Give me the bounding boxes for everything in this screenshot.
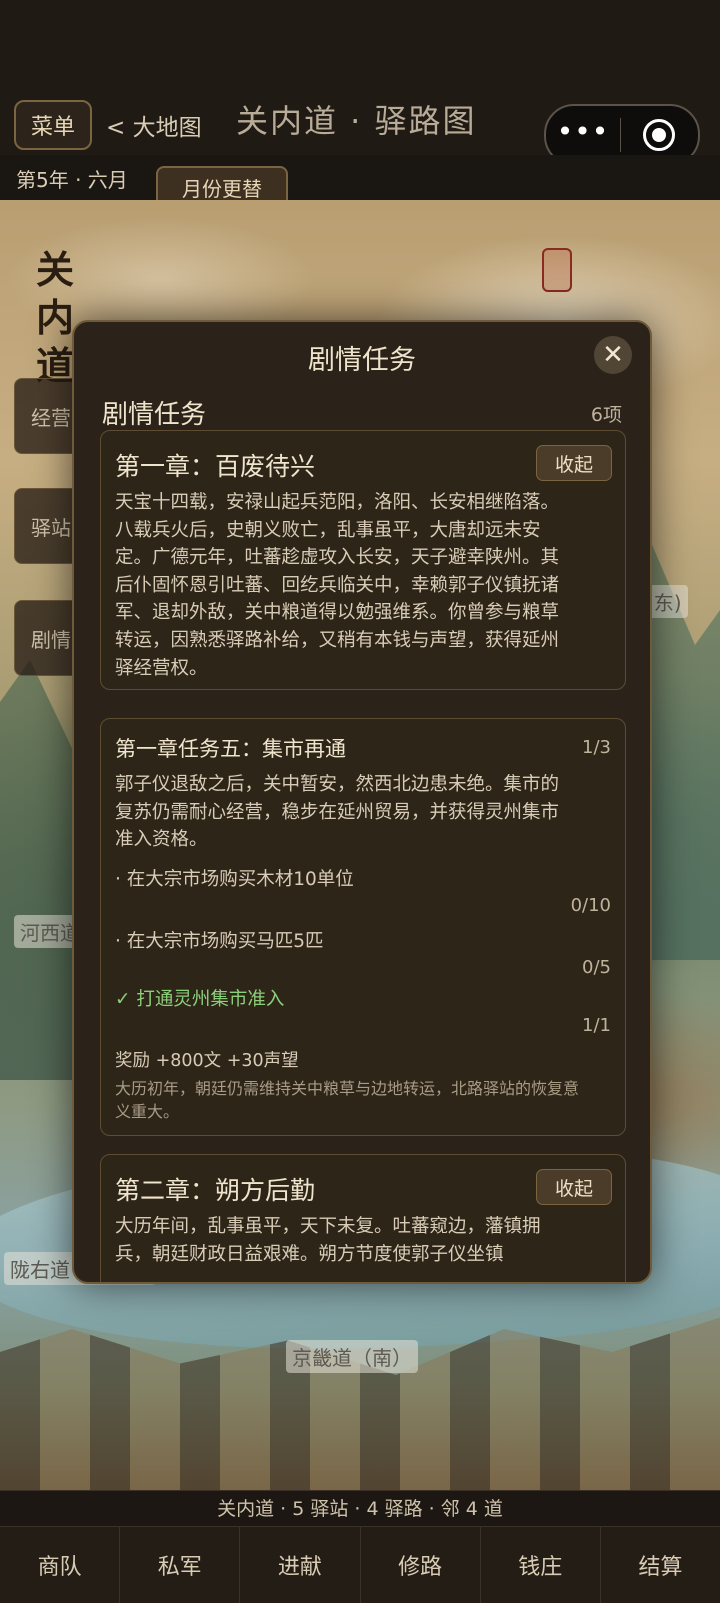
quest-description: 大历年间，乱事虽平，天下未复。吐蕃窥边，藩镇拥兵，朝廷财政日益艰难。朔方节度使郭… [115,1216,541,1265]
close-program-button[interactable] [621,119,697,151]
quest-card-title: 第一章：百废待兴 [115,452,316,481]
nav-tribute[interactable]: 进献 [240,1527,361,1603]
quest-card-chapter-1: 第一章：百废待兴 收起 天宝十四载，安禄山起兵范阳，洛阳、长安相继陷落。八载兵火… [100,430,626,690]
collapse-button[interactable]: 收起 [536,1169,612,1205]
page-title: 关内道 · 驿路图 [236,102,477,140]
back-to-world-map-link[interactable]: < 大地图 [106,108,202,142]
region-label-jingji[interactable]: 京畿道（南） [286,1340,418,1373]
quest-note: 大历初年，朝廷仍需维持关中粮草与边地转运，北路驿站的恢复意义重大。 [115,1079,580,1121]
objective-progress: 1/1 [582,1015,611,1036]
quest-card-chapter-2: 第二章：朔方后勤 收起 大历年间，乱事虽平，天下未复。吐蕃窥边，藩镇拥兵，朝廷财… [100,1154,626,1282]
quest-progress: 1/3 [582,737,611,758]
collapse-button[interactable]: 收起 [536,445,612,481]
seal-stamp-icon [542,248,572,292]
objective-item: · 在大宗市场购买马匹5匹 [115,931,324,952]
game-date: 第5年 · 六月 [16,168,128,192]
objective-item-completed: ✓ 打通灵州集市准入 [115,989,285,1010]
dialog-title: 剧情任务 [308,345,416,376]
quest-description: 天宝十四载，安禄山起兵范阳，洛阳、长安相继陷落。八载兵火后，史朝义败亡，乱事虽平… [115,492,560,679]
quest-card-title: 第一章任务五：集市再通 [115,737,346,761]
bottom-nav: 商队 私军 进献 修路 钱庄 结算 [0,1526,720,1603]
objective-progress: 0/5 [582,957,611,978]
nav-private-army[interactable]: 私军 [120,1527,241,1603]
section-title: 剧情任务 [102,400,207,430]
objective-progress: 0/10 [570,895,611,916]
quest-count: 6项 [590,404,622,426]
more-options-icon[interactable]: ••• [546,115,620,148]
nav-build-road[interactable]: 修路 [361,1527,481,1603]
menu-button[interactable]: 菜单 [14,100,92,150]
objective-item: · 在大宗市场购买木材10单位 [115,869,354,890]
target-icon [643,119,675,151]
region-status-bar: 关内道 · 5 驿站 · 4 驿路 · 邻 4 道 [0,1490,720,1527]
story-quest-dialog: 剧情任务 ✕ 剧情任务 6项 第一章：百废待兴 收起 天宝十四载，安禄山起兵范阳… [72,320,652,1284]
close-icon[interactable]: ✕ [594,336,632,374]
quest-reward: 奖励 +800文 +30声望 [115,1051,299,1071]
quest-description: 郭子仪退敌之后，关中暂安，然西北边患未绝。集市的复苏仍需耐心经营，稳步在延州贸易… [115,774,560,851]
quest-card-title: 第二章：朔方后勤 [115,1176,316,1205]
nav-caravan[interactable]: 商队 [0,1527,121,1603]
quest-card-task-5: 第一章任务五：集市再通 1/3 郭子仪退敌之后，关中暂安，然西北边患未绝。集市的… [100,718,626,1136]
nav-bank[interactable]: 钱庄 [481,1527,601,1603]
nav-settlement[interactable]: 结算 [601,1527,720,1603]
